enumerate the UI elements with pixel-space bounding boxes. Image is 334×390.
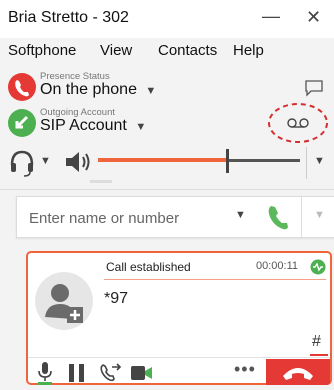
hangup-button[interactable] bbox=[266, 359, 330, 385]
call-quality-icon bbox=[310, 259, 326, 280]
transfer-icon[interactable] bbox=[98, 361, 124, 390]
outgoing-account[interactable]: Outgoing Account SIP Account ▼ bbox=[0, 103, 334, 143]
speaker-icon[interactable] bbox=[64, 149, 94, 180]
section-divider bbox=[0, 189, 334, 190]
call-number: *97 bbox=[104, 290, 129, 307]
pause-icon[interactable] bbox=[68, 363, 86, 388]
more-options-button[interactable]: ••• bbox=[234, 359, 256, 380]
volume-thumb[interactable] bbox=[226, 149, 230, 173]
add-contact-avatar-icon[interactable] bbox=[34, 271, 94, 331]
dial-divider bbox=[301, 197, 302, 237]
minimize-button[interactable]: — bbox=[262, 6, 280, 27]
call-options-chevron-down-icon[interactable]: ▼ bbox=[314, 209, 325, 221]
dial-chevron-down-icon[interactable]: ▼ bbox=[235, 209, 246, 221]
menu-softphone[interactable]: Softphone bbox=[8, 42, 76, 59]
account-icon bbox=[8, 109, 36, 137]
microphone-icon[interactable] bbox=[36, 361, 54, 390]
dialer: ▼ ▼ bbox=[16, 196, 334, 238]
close-button[interactable]: ✕ bbox=[306, 7, 321, 28]
menu-bar: Softphone View Contacts Help bbox=[0, 38, 334, 66]
active-call-card[interactable]: Call established 00:00:11 *97 # ••• bbox=[26, 251, 332, 385]
chevron-down-icon[interactable]: ▼ bbox=[135, 121, 146, 133]
controls-separator bbox=[28, 357, 330, 358]
menu-help[interactable]: Help bbox=[233, 42, 264, 59]
window-title: Bria Stretto - 302 bbox=[8, 9, 129, 26]
audio-controls: ▼ ▼ bbox=[0, 143, 334, 183]
chat-bubble-icon[interactable] bbox=[304, 79, 324, 102]
dtmf-keypad-button[interactable]: # bbox=[312, 333, 321, 351]
presence-value: On the phone bbox=[40, 81, 137, 98]
chevron-down-icon[interactable]: ▼ bbox=[145, 85, 156, 97]
audio-divider bbox=[306, 147, 307, 179]
audio-chevron-down-icon[interactable]: ▼ bbox=[314, 155, 325, 167]
call-status: Call established bbox=[106, 260, 191, 274]
hangup-icon bbox=[280, 361, 316, 388]
presence-status[interactable]: Presence Status On the phone ▼ bbox=[0, 69, 334, 105]
menu-view[interactable]: View bbox=[100, 42, 132, 59]
speaker-active-underline bbox=[90, 180, 112, 183]
volume-slider[interactable] bbox=[98, 143, 304, 179]
volume-fill bbox=[98, 158, 228, 162]
account-value: SIP Account bbox=[40, 117, 127, 134]
headset-icon[interactable] bbox=[8, 147, 36, 182]
search-input[interactable] bbox=[27, 206, 221, 230]
video-icon[interactable] bbox=[130, 363, 154, 388]
call-timer: 00:00:11 bbox=[256, 260, 299, 272]
phone-presence-icon bbox=[8, 73, 36, 101]
dtmf-underline bbox=[310, 354, 328, 356]
headset-chevron-down-icon[interactable]: ▼ bbox=[40, 155, 51, 167]
call-button[interactable] bbox=[261, 200, 295, 234]
call-separator bbox=[104, 279, 326, 280]
menu-contacts[interactable]: Contacts bbox=[158, 42, 217, 59]
title-bar: Bria Stretto - 302 — ✕ bbox=[0, 0, 334, 38]
